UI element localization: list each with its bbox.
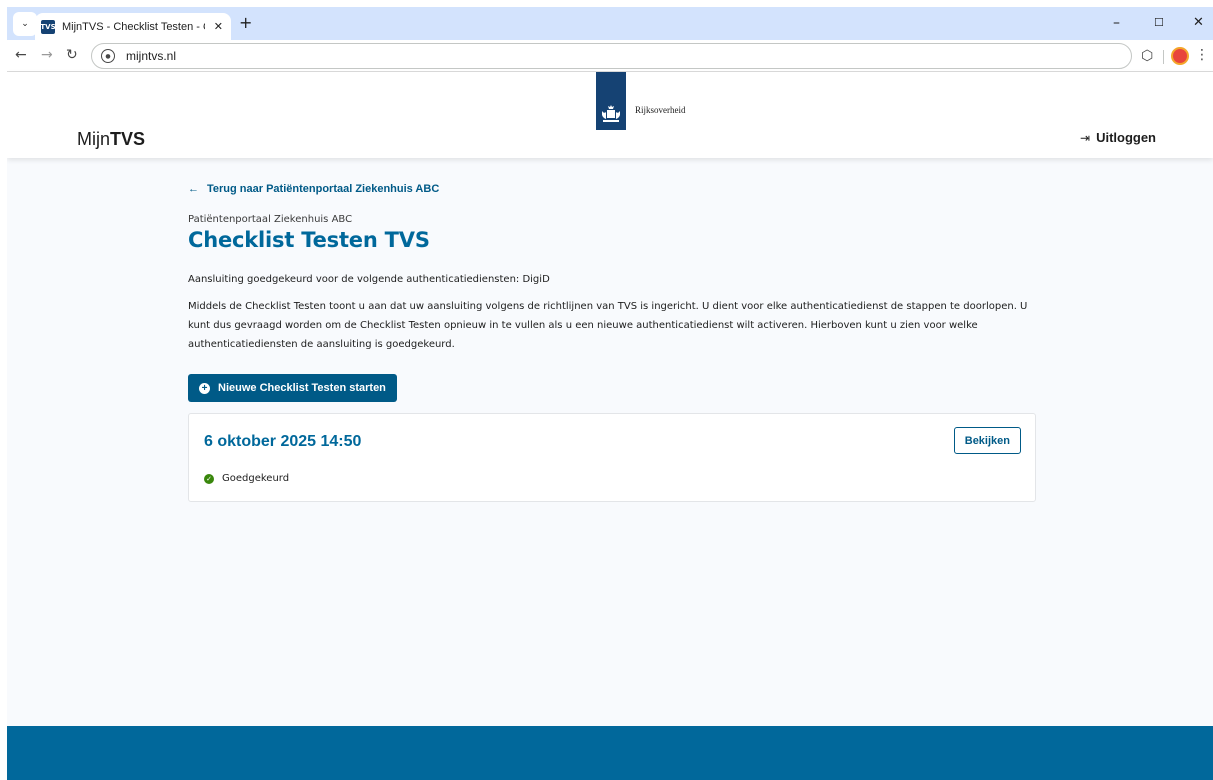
site-info-icon[interactable]: ● <box>101 49 115 63</box>
logout-link[interactable]: ⇥ Uitloggen <box>1080 130 1156 145</box>
rijksoverheid-bar <box>596 72 626 130</box>
description-text: Middels de Checklist Testen toont u aan … <box>188 301 1028 350</box>
approved-services-text: Aansluiting goedgekeurd voor de volgende… <box>188 274 550 285</box>
site-header: MijnTVS Rijksoverheid ⇥ Uitloggen <box>7 72 1213 158</box>
logout-label: Uitloggen <box>1096 130 1156 145</box>
logo-text-bold: TVS <box>110 129 146 149</box>
reload-button[interactable]: ↻ <box>66 47 78 63</box>
mijntvs-logo[interactable]: MijnTVS <box>77 129 145 150</box>
address-bar[interactable]: ● mijntvs.nl <box>91 43 1132 69</box>
toolbar-divider <box>1163 50 1164 64</box>
back-to-portal-link[interactable]: ← Terug naar Patiëntenportaal Ziekenhuis… <box>188 183 1036 195</box>
profile-avatar[interactable] <box>1171 47 1189 65</box>
forward-button[interactable]: → <box>41 47 53 63</box>
browser-window: ⌄ TVS MijnTVS - Checklist Testen - Ov ✕ … <box>7 7 1213 780</box>
tab-search-button[interactable]: ⌄ <box>13 12 37 36</box>
back-link-label: Terug naar Patiëntenportaal Ziekenhuis A… <box>207 183 440 195</box>
chevron-down-icon: ⌄ <box>21 19 29 29</box>
tab-strip: ⌄ TVS MijnTVS - Checklist Testen - Ov ✕ … <box>7 7 1213 40</box>
site-footer <box>7 726 1213 780</box>
url-text[interactable]: mijntvs.nl <box>126 49 176 63</box>
arrow-left-icon: ← <box>188 183 199 195</box>
minimize-button[interactable]: – <box>1113 14 1120 32</box>
new-checklist-button[interactable]: + Nieuwe Checklist Testen starten <box>188 374 397 402</box>
check-circle-icon: ✓ <box>204 473 214 484</box>
new-checklist-label: Nieuwe Checklist Testen starten <box>218 382 386 394</box>
main-content: ← Terug naar Patiëntenportaal Ziekenhuis… <box>188 183 1036 502</box>
close-window-button[interactable]: ✕ <box>1193 14 1204 32</box>
page-title: Checklist Testen TVS <box>188 228 430 252</box>
view-checklist-button[interactable]: Bekijken <box>953 427 1021 454</box>
rijksoverheid-label: Rijksoverheid <box>635 105 686 115</box>
maximize-button[interactable]: ☐ <box>1154 14 1164 32</box>
coat-of-arms-icon <box>602 105 620 122</box>
browser-menu-icon[interactable]: ⋮ <box>1195 47 1209 63</box>
portal-context-label: Patiëntenportaal Ziekenhuis ABC <box>188 214 353 225</box>
logo-text-light: Mijn <box>77 129 111 149</box>
favicon-icon: TVS <box>40 19 56 34</box>
checklist-date: 6 oktober 2025 14:50 <box>204 433 362 450</box>
logout-icon: ⇥ <box>1080 130 1091 145</box>
browser-toolbar: ← → ↻ ● mijntvs.nl ⬡ ⋮ <box>7 40 1213 72</box>
rijksoverheid-logo: Rijksoverheid <box>596 72 686 130</box>
checklist-card: 6 oktober 2025 14:50 Bekijken ✓ Goedgeke… <box>188 413 1036 502</box>
plus-circle-icon: + <box>199 382 210 394</box>
status-indicator: ✓ Goedgekeurd <box>204 473 289 484</box>
back-button[interactable]: ← <box>15 47 27 63</box>
close-tab-icon[interactable]: ✕ <box>214 20 223 33</box>
status-text: Goedgekeurd <box>222 473 290 484</box>
new-tab-button[interactable]: + <box>239 14 252 32</box>
tab-title: MijnTVS - Checklist Testen - Ov <box>62 20 205 33</box>
extensions-icon[interactable]: ⬡ <box>1141 48 1153 64</box>
browser-tab-active[interactable]: TVS MijnTVS - Checklist Testen - Ov ✕ <box>35 13 231 40</box>
